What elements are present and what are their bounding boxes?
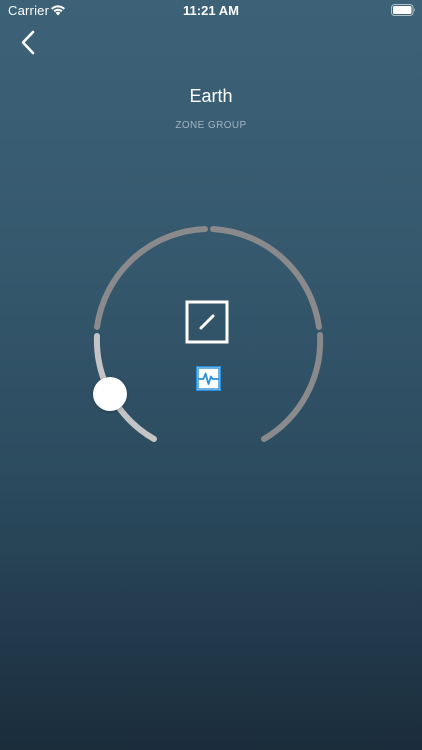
edit-square-icon: [185, 300, 229, 344]
activity-button[interactable]: [196, 366, 221, 391]
zone-name: Earth: [189, 86, 233, 106]
back-button[interactable]: [14, 28, 44, 58]
battery-icon: [391, 4, 415, 16]
status-time: 11:21 AM: [183, 3, 239, 18]
status-bar: Carrier 11:21 AM: [0, 0, 422, 22]
activity-pulse-icon: [196, 366, 221, 391]
edit-button[interactable]: [185, 300, 229, 344]
dial-knob[interactable]: [93, 377, 127, 411]
chevron-left-icon: [21, 30, 35, 55]
zone-type-label: ZONE GROUP: [175, 120, 247, 131]
